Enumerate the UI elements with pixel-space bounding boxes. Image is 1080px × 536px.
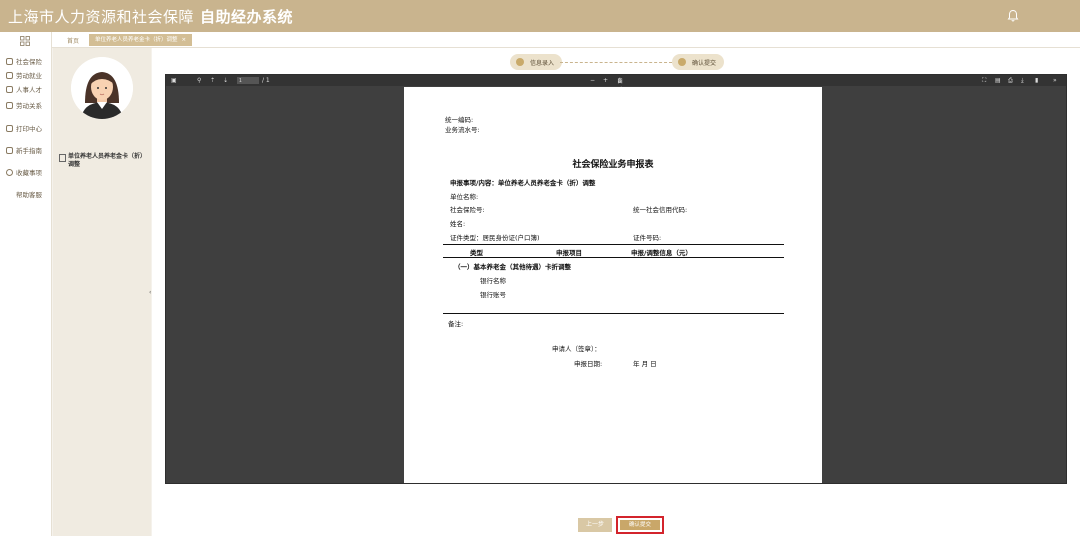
bell-icon[interactable] (1006, 9, 1020, 23)
nav-item-personnel[interactable]: 人事人才 (6, 84, 42, 94)
nav-item-guide[interactable]: 新手指南 (6, 145, 42, 155)
nav-item-label: 劳动关系 (16, 102, 42, 110)
nav-item-social-insurance[interactable]: 社会保险 (6, 56, 42, 66)
column-info: 申报/调整信息（元） (631, 249, 692, 257)
credit-code-label: 统一社会信用代码: (633, 206, 688, 214)
nav-item-label: 人事人才 (16, 86, 42, 94)
matter-label: 申报事项/内容：单位养老人员养老金卡（折）调整 (450, 179, 596, 187)
nav-item-print-center[interactable]: 打印中心 (6, 123, 42, 133)
applicant-signature-label: 申请人（签章）： (552, 345, 601, 353)
download-icon[interactable]: ⤓ (1021, 76, 1024, 85)
prev-step-button[interactable]: 上一步 (578, 518, 612, 532)
nav-item-labor-relations[interactable]: 劳动关系 (6, 100, 42, 110)
nav-item-label: 劳动就业 (16, 72, 42, 80)
step-label: 信息录入 (530, 59, 555, 67)
main-content: 信息录入 确认提交 ▣ ⚲ ⇡ ⇣ / 1 − + 自动缩放 ⇕ ⛶ ▤ ⎙ ⤓… (152, 48, 1080, 536)
book-icon (6, 146, 13, 154)
step-info-entry: 信息录入 (510, 54, 563, 70)
id-no-label: 证件号码: (633, 234, 662, 242)
page-number-input[interactable] (237, 77, 259, 84)
fullscreen-icon[interactable]: ⛶ (982, 76, 986, 85)
document-icon (59, 154, 66, 162)
pdf-toolbar: ▣ ⚲ ⇡ ⇣ / 1 − + 自动缩放 ⇕ ⛶ ▤ ⎙ ⤓ ▮ » (166, 75, 1066, 112)
avatar (71, 57, 133, 119)
bank-account-label: 银行账号 (480, 291, 506, 299)
more-tools-icon[interactable]: » (1053, 76, 1057, 85)
column-type: 类型 (470, 249, 483, 257)
person-name-label: 姓名: (450, 220, 466, 228)
remarks-label: 备注: (448, 320, 464, 328)
bank-name-label: 银行名称 (480, 277, 506, 285)
section-basic-pension: （一）基本养老金（其他待遇）卡折调整 (454, 263, 571, 271)
nav-item-label: 新手指南 (16, 147, 42, 155)
nav-item-help[interactable]: 帮助客服 (16, 189, 42, 199)
step-label: 确认提交 (692, 59, 717, 67)
tab-active[interactable]: 单位养老人员养老金卡（折）调整 × (89, 34, 193, 46)
open-file-icon[interactable]: ▤ (995, 76, 1001, 85)
star-icon (6, 168, 13, 176)
page-total: / 1 (262, 77, 270, 84)
date-fields: 年 月 日 (633, 360, 657, 368)
printer-icon (6, 124, 13, 132)
tab-home[interactable]: 首页 (67, 36, 79, 45)
unit-name-label: 单位名称: (450, 193, 479, 201)
app-title: 上海市人力资源和社会保障 自助经办系统 (0, 6, 293, 27)
app-title-regular: 上海市人力资源和社会保障 (8, 7, 195, 26)
print-icon[interactable]: ⎙ (1008, 76, 1013, 85)
briefcase-icon (6, 71, 13, 79)
confirm-highlight-box: 确认提交 (616, 516, 664, 534)
tab-bar: 首页 单位养老人员养老金卡（折）调整 × (52, 32, 1080, 48)
profile-panel: 单位养老人员养老金卡（折）调整 (53, 48, 151, 536)
avatar-illustration (71, 57, 133, 119)
nav-item-label: 社会保险 (16, 58, 42, 66)
form-title: 社会保险业务申报表 (572, 160, 654, 170)
unified-no-label: 统一编码: (445, 116, 474, 124)
apply-date-label: 申报日期: (574, 360, 603, 368)
table-bottom-rule (443, 313, 784, 314)
nav-item-label: 打印中心 (16, 125, 42, 133)
shield-icon (6, 57, 13, 65)
step-connector (560, 62, 672, 63)
pdf-page: 统一编码: 业务流水号: 社会保险业务申报表 申报事项/内容：单位养老人员养老金… (404, 87, 822, 483)
column-item: 申报项目 (556, 249, 582, 257)
prev-page-icon[interactable]: ⇡ (210, 76, 215, 85)
table-top-rule (443, 244, 784, 245)
zoom-out-button[interactable]: − (590, 76, 595, 85)
left-nav: 社会保险 劳动就业 人事人才 劳动关系 打印中心 新手指南 收藏事项 帮助客服 (0, 32, 52, 536)
nav-item-employment[interactable]: 劳动就业 (6, 70, 42, 80)
serial-no-label: 业务流水号: (445, 126, 480, 134)
id-type-label: 证件类型：居民身份证(户口簿) (450, 234, 540, 242)
tab-close-icon[interactable]: × (182, 37, 187, 43)
app-header: 上海市人力资源和社会保障 自助经办系统 (0, 0, 1080, 32)
chevron-down-icon: ⇕ (617, 78, 623, 85)
step-confirm: 确认提交 (672, 54, 725, 70)
confirm-submit-button[interactable]: 确认提交 (620, 520, 660, 530)
nav-item-favorites[interactable]: 收藏事项 (6, 167, 42, 177)
edit-icon (516, 58, 524, 66)
zoom-in-button[interactable]: + (603, 76, 608, 85)
bookmark-icon[interactable]: ▮ (1035, 76, 1038, 85)
search-icon[interactable]: ⚲ (197, 76, 201, 85)
pdf-viewer: ▣ ⚲ ⇡ ⇣ / 1 − + 自动缩放 ⇕ ⛶ ▤ ⎙ ⤓ ▮ » 统一编码:… (165, 74, 1067, 484)
next-page-icon[interactable]: ⇣ (223, 76, 228, 85)
tab-active-label: 单位养老人员养老金卡（折）调整 (95, 37, 178, 43)
person-icon (6, 85, 13, 93)
nav-item-label: 帮助客服 (16, 191, 42, 199)
profile-item-label: 单位养老人员养老金卡（折）调整 (68, 153, 147, 168)
grid-icon[interactable] (20, 36, 30, 46)
check-icon (678, 58, 686, 66)
table-header-rule (443, 257, 784, 258)
app-title-bold: 自助经办系统 (200, 7, 294, 26)
handshake-icon (6, 101, 13, 109)
sidebar-toggle-icon[interactable]: ▣ (171, 76, 177, 85)
profile-current-item[interactable]: 单位养老人员养老金卡（折）调整 (59, 153, 149, 169)
nav-item-label: 收藏事项 (16, 169, 42, 177)
si-code-label: 社会保险号: (450, 206, 485, 214)
